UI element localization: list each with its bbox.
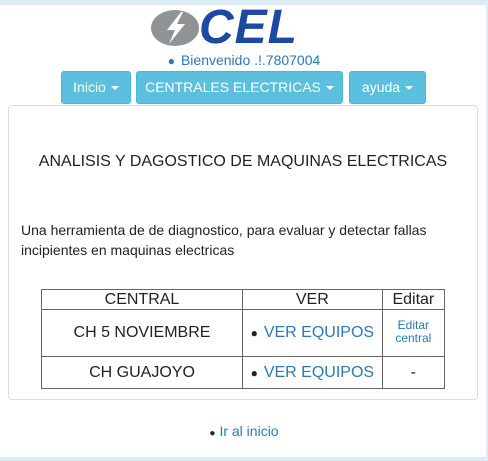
editar-central-link[interactable]: Editar central bbox=[391, 319, 435, 345]
ayuda-label: ayuda bbox=[361, 79, 401, 95]
centrales-table: CENTRAL VER Editar CH 5 NOVIEMBRE ● VER E… bbox=[41, 289, 446, 389]
page-title: ANALISIS Y DAGOSTICO DE MAQUINAS ELECTRI… bbox=[38, 153, 448, 170]
table-header-row: CENTRAL VER Editar bbox=[41, 289, 446, 310]
page: CEL ● Bienvenido .!.7807004 Inicio CENTRA… bbox=[0, 0, 488, 457]
bullet-icon: ● bbox=[167, 54, 175, 68]
logo-text: CEL bbox=[199, 1, 298, 54]
footer: ● Ir al inicio bbox=[0, 423, 488, 439]
cel-logo: CEL bbox=[143, 1, 343, 54]
ver-cell: ● VER EQUIPOS bbox=[241, 309, 383, 357]
bullet-icon: ● bbox=[209, 428, 216, 439]
central-name: CH 5 NOVIEMBRE bbox=[41, 309, 243, 357]
central-name: CH GUAJOYO bbox=[41, 356, 243, 389]
bullet-icon: ● bbox=[250, 365, 258, 380]
edit-cell: Editar central bbox=[381, 309, 446, 357]
content-panel: ANALISIS Y DAGOSTICO DE MAQUINAS ELECTRI… bbox=[8, 105, 478, 400]
inicio-label: Inicio bbox=[73, 79, 106, 95]
ayuda-menu-button[interactable]: ayuda bbox=[349, 71, 426, 104]
welcome-text: Bienvenido .!.7807004 bbox=[180, 52, 321, 68]
centrales-menu-button[interactable]: CENTRALES ELECTRICAS bbox=[136, 71, 343, 104]
header-editar: Editar bbox=[381, 289, 446, 310]
ver-equipos-link[interactable]: VER EQUIPOS bbox=[264, 324, 374, 341]
welcome-message: ● Bienvenido .!.7807004 bbox=[0, 52, 488, 68]
table-row: CH GUAJOYO ● VER EQUIPOS - bbox=[41, 356, 446, 389]
page-description: Una herramienta de de diagnostico, para … bbox=[21, 222, 427, 258]
centrales-label: CENTRALES ELECTRICAS bbox=[145, 79, 321, 95]
inicio-menu-button[interactable]: Inicio bbox=[61, 71, 131, 104]
home-link[interactable]: Ir al inicio bbox=[219, 423, 278, 439]
caret-down-icon bbox=[405, 86, 414, 91]
header-central: CENTRAL bbox=[41, 289, 243, 310]
bullet-icon: ● bbox=[250, 326, 258, 340]
caret-down-icon bbox=[110, 86, 119, 91]
table-row: CH 5 NOVIEMBRE ● VER EQUIPOS Editar centr… bbox=[41, 309, 446, 357]
ver-cell: ● VER EQUIPOS bbox=[241, 356, 383, 389]
ver-equipos-link[interactable]: VER EQUIPOS bbox=[264, 364, 374, 381]
lightning-bolt-icon bbox=[167, 12, 185, 44]
caret-down-icon bbox=[325, 86, 334, 91]
edit-cell: - bbox=[381, 356, 446, 389]
header-ver: VER bbox=[241, 289, 383, 310]
